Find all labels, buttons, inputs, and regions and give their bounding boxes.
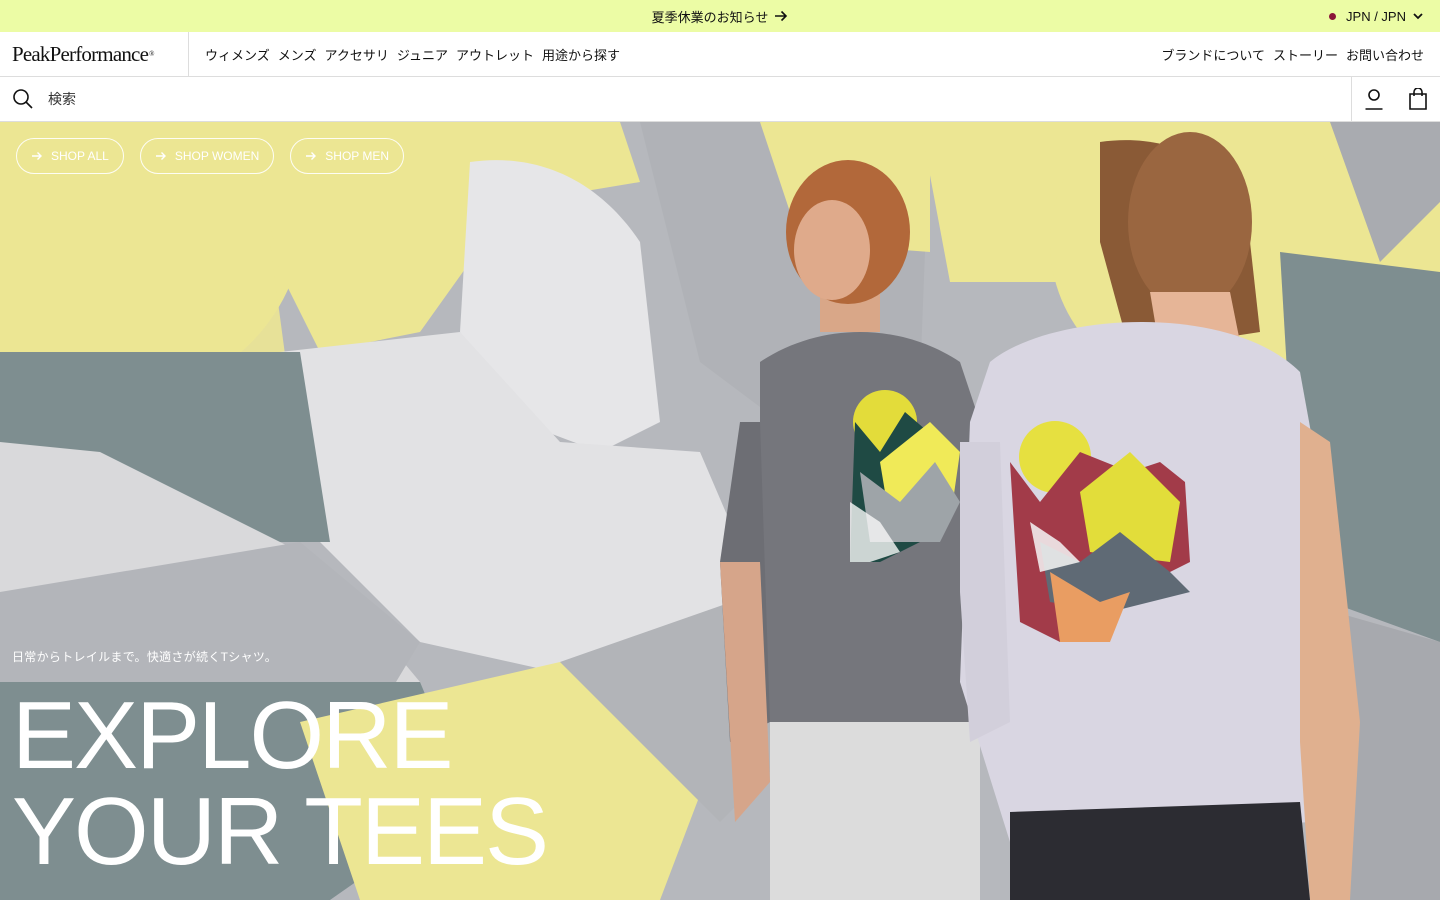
nav-item-shop-by-activity[interactable]: 用途から探す — [542, 45, 620, 64]
logo-text: PeakPerformance — [12, 41, 149, 66]
main-header: PeakPerformance ® ウィメンズ メンズ アクセサリ ジュニア アウ… — [0, 32, 1440, 77]
shop-all-label: SHOP ALL — [51, 149, 109, 163]
arrow-right-icon — [306, 152, 317, 160]
primary-nav: ウィメンズ メンズ アクセサリ ジュニア アウトレット 用途から探す — [189, 45, 620, 64]
hero-headline: EXPLORE YOUR TEES — [12, 682, 549, 885]
shopping-bag-button[interactable] — [1396, 77, 1440, 121]
search-icon[interactable] — [12, 88, 34, 110]
nav-item-about-brand[interactable]: ブランドについて — [1161, 45, 1265, 64]
shop-men-label: SHOP MEN — [325, 149, 390, 163]
nav-item-mens[interactable]: メンズ — [278, 45, 317, 64]
locale-flag-icon — [1329, 12, 1337, 20]
hero-headline-line-1: EXPLORE — [12, 682, 454, 789]
nav-item-outlet[interactable]: アウトレット — [456, 45, 534, 64]
locale-selector[interactable]: JPN / JPN — [1329, 0, 1424, 32]
shop-men-button[interactable]: SHOP MEN — [290, 138, 405, 174]
shopping-bag-icon — [1409, 88, 1427, 110]
shop-all-button[interactable]: SHOP ALL — [16, 138, 124, 174]
search-input[interactable] — [48, 79, 1318, 119]
shop-women-button[interactable]: SHOP WOMEN — [139, 138, 275, 174]
nav-item-junior[interactable]: ジュニア — [397, 45, 448, 64]
locale-label: JPN / JPN — [1346, 8, 1406, 24]
announcement-link[interactable]: 夏季休業のお知らせ — [652, 7, 789, 26]
nav-item-contact[interactable]: お問い合わせ — [1346, 45, 1424, 64]
arrow-right-icon — [155, 152, 166, 160]
arrow-right-icon — [32, 152, 42, 160]
hero-headline-line-2: YOUR TEES — [12, 778, 549, 885]
logo-mark: ® — [149, 50, 154, 58]
hero-tagline: 日常からトレイルまで。快適さが続くTシャツ。 — [12, 650, 278, 664]
search-bar — [0, 77, 1440, 122]
announcement-text: 夏季休業のお知らせ — [651, 9, 769, 25]
secondary-nav: ブランドについて ストーリー お問い合わせ — [1161, 45, 1440, 64]
hero-shop-buttons: SHOP ALL SHOP WOMEN SHOP MEN — [16, 138, 405, 174]
account-button[interactable] — [1351, 77, 1396, 121]
hero-banner[interactable]: SHOP ALL SHOP WOMEN SHOP MEN 日常からトレイルまで。… — [0, 122, 1440, 900]
nav-item-womens[interactable]: ウィメンズ — [205, 45, 270, 64]
nav-item-stories[interactable]: ストーリー — [1273, 45, 1338, 64]
account-icon — [1365, 89, 1383, 110]
brand-logo[interactable]: PeakPerformance ® — [0, 32, 189, 76]
nav-item-accessories[interactable]: アクセサリ — [325, 45, 389, 64]
arrow-right-icon — [775, 10, 788, 22]
announcement-bar: 夏季休業のお知らせ JPN / JPN — [0, 0, 1440, 32]
shop-women-label: SHOP WOMEN — [174, 149, 260, 163]
chevron-down-icon — [1413, 13, 1423, 20]
